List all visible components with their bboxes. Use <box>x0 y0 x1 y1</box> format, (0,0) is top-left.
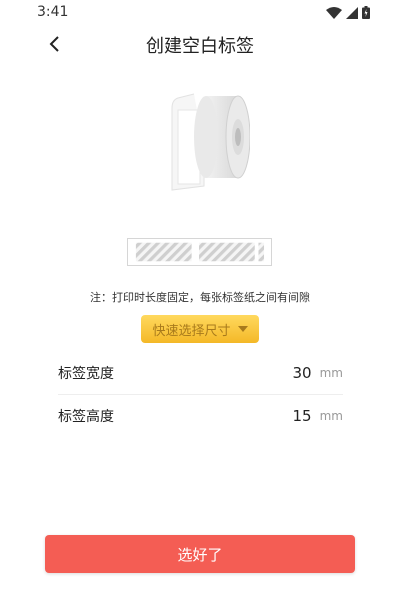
label-height-row[interactable]: 标签高度 15 mm <box>58 402 343 430</box>
header: 创建空白标签 <box>0 26 400 62</box>
label-width-row[interactable]: 标签宽度 30 mm <box>58 359 343 387</box>
quick-select-size-button[interactable]: 快速选择尺寸 <box>141 315 259 343</box>
label-width-label: 标签宽度 <box>58 366 114 382</box>
divider <box>58 394 343 395</box>
label-roll-illustration <box>171 93 250 191</box>
label-strip-preview <box>127 238 272 266</box>
status-bar: 3:41 <box>0 0 400 26</box>
label-height-unit: mm <box>319 409 343 423</box>
battery-icon <box>362 6 370 19</box>
label-width-value[interactable]: 30 <box>293 364 312 382</box>
wifi-icon <box>326 6 342 19</box>
page-title: 创建空白标签 <box>146 36 254 57</box>
caret-down-icon <box>237 326 248 332</box>
print-note: 注：打印时长度固定，每张标签纸之间有间隙 <box>90 291 310 304</box>
status-time: 3:41 <box>37 4 69 20</box>
signal-icon <box>346 6 358 19</box>
confirm-button[interactable]: 选好了 <box>45 535 355 573</box>
label-width-unit: mm <box>319 366 343 380</box>
quick-select-label: 快速选择尺寸 <box>152 323 231 339</box>
label-height-value[interactable]: 15 <box>293 407 312 425</box>
label-height-label: 标签高度 <box>58 409 114 425</box>
status-icons <box>326 6 370 19</box>
